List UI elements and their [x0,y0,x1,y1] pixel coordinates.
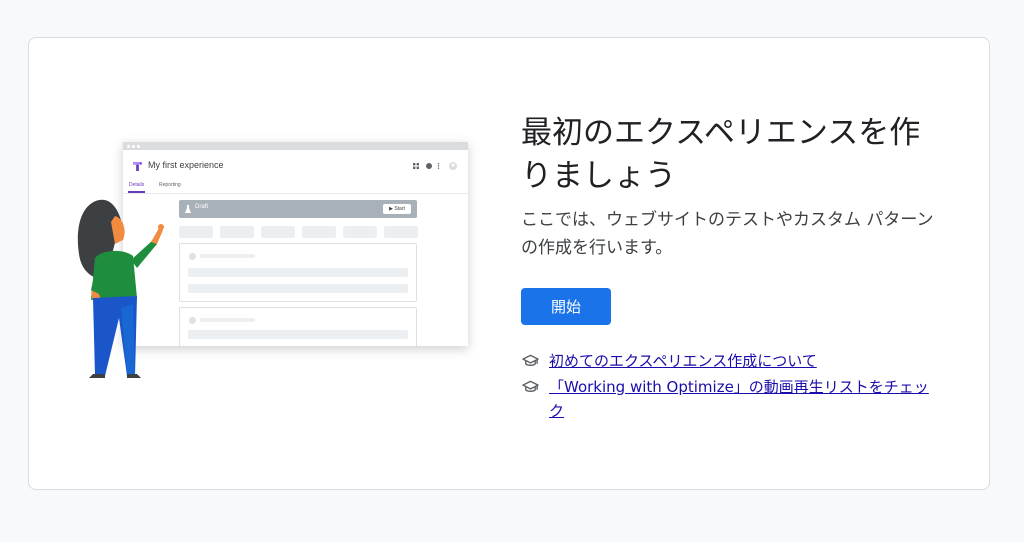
mockup-panel [179,243,417,302]
optimize-logo-icon [133,162,142,171]
mockup-pill [343,226,377,238]
mockup-panel-line [200,254,255,258]
page-description: ここでは、ウェブサイトのテストやカスタム パターンの作成を行います。 [521,210,934,258]
mockup-header: My first experience [123,150,468,182]
help-link-row: 「Working with Optimize」の動画再生リストをチェック [521,375,941,423]
draft-flask-icon [185,205,191,213]
help-icon [426,163,432,169]
mockup-tab-details: Details [129,182,145,188]
mockup-pill [302,226,336,238]
mockup-status-bar: Draft ▶ Start [179,200,417,218]
mockup-status-label: Draft [195,204,209,210]
graduation-cap-icon [522,354,539,366]
mockup-start-label: Start [394,206,405,212]
mockup-panel-line [188,284,408,293]
help-link-row: 初めてのエクスペリエンス作成について [521,349,941,373]
mockup-panel [179,307,417,346]
mockup-panel-line [200,318,255,322]
mockup-title: My first experience [148,160,224,170]
empty-state-card: My first experience Details Reporting Dr… [28,37,990,490]
mockup-window-bar [123,142,468,150]
first-experience-guide-link[interactable]: 初めてのエクスペリエンス作成について [549,352,817,370]
more-vert-icon [437,163,440,169]
video-playlist-link[interactable]: 「Working with Optimize」の動画再生リストをチェック [549,378,929,420]
mockup-panel-dot [189,253,196,260]
experience-mockup-illustration: My first experience Details Reporting Dr… [123,142,468,346]
apps-grid-icon [413,163,419,169]
page-title: 最初のエクスペリエンスを作りましょう [521,115,921,194]
mockup-tab-underline [128,191,145,193]
mockup-pill [220,226,254,238]
avatar-icon [449,162,457,170]
mockup-pill [384,226,418,238]
start-button[interactable]: 開始 [521,288,611,325]
woman-pointing-illustration [77,199,164,378]
mockup-panel-line [188,330,408,339]
graduation-cap-icon [522,380,539,392]
mockup-panel-dot [189,317,196,324]
mockup-pill [261,226,295,238]
help-links: 初めてのエクスペリエンス作成について 「Working with Optimiz… [521,349,941,425]
mockup-start-chip: ▶ Start [383,204,411,214]
mockup-pill [179,226,213,238]
mockup-tab-reporting: Reporting [159,182,181,188]
mockup-panel-line [188,268,408,277]
mockup-tabs: Details Reporting [123,182,468,194]
